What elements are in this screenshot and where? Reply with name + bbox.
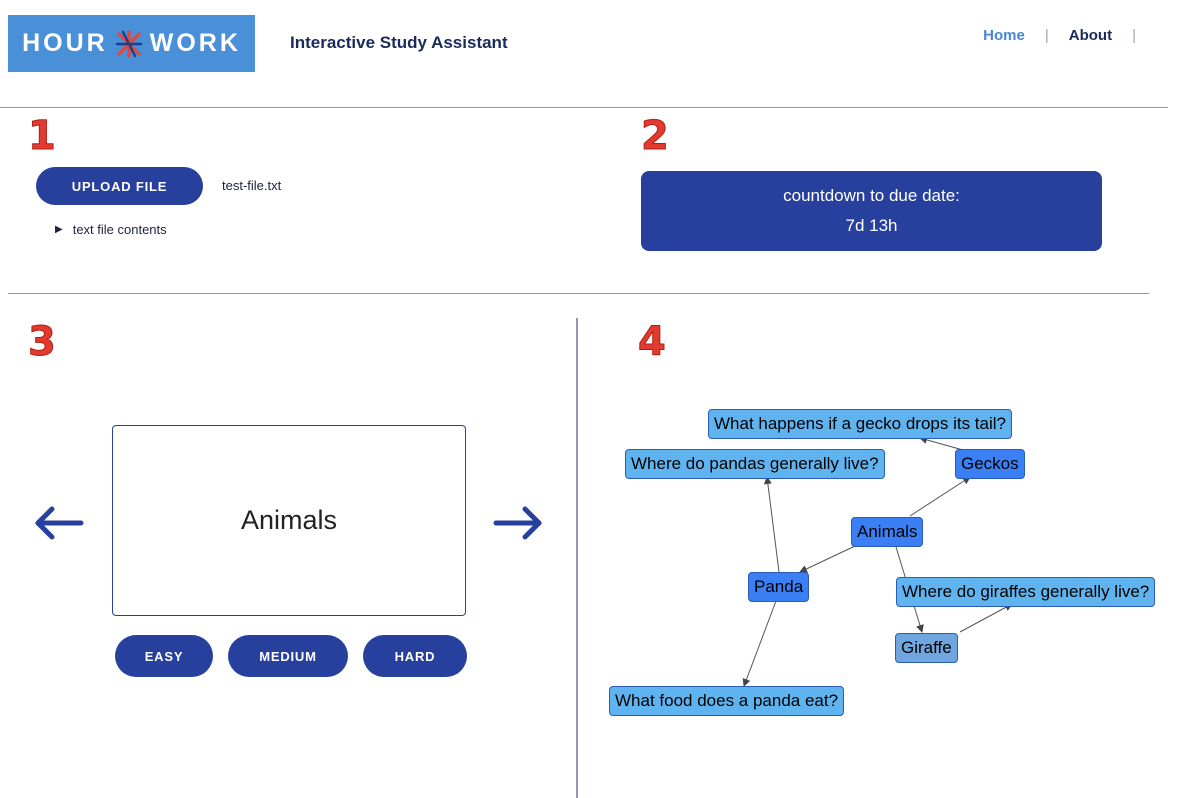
graph-node-panda[interactable]: Panda xyxy=(748,572,810,602)
file-contents-label: text file contents xyxy=(72,222,167,237)
nav-divider: | xyxy=(1044,27,1049,44)
upload-file-button[interactable]: UPLOAD FILE xyxy=(36,167,203,205)
graph-node-pandas-live-question[interactable]: Where do pandas generally live? xyxy=(625,449,885,479)
edge-geckos-question xyxy=(919,436,964,451)
nav-home-link[interactable]: Home xyxy=(979,27,1029,44)
logo-text-right: WORK xyxy=(149,29,241,57)
hourwork-logo[interactable]: HOUR WORK xyxy=(8,15,255,72)
file-contents-toggle[interactable]: ▶ text file contents xyxy=(55,222,167,237)
edge-giraffe-question xyxy=(959,603,1013,633)
medium-button[interactable]: MEDIUM xyxy=(228,635,348,677)
disclosure-triangle-icon: ▶ xyxy=(55,224,63,235)
graph-node-animals[interactable]: Animals xyxy=(851,517,924,547)
graph-node-gecko-tail-question[interactable]: What happens if a gecko drops its tail? xyxy=(708,409,1012,439)
graph-node-giraffe[interactable]: Giraffe xyxy=(895,633,958,663)
page: HOUR WORK Interactive Study Assistant Ho… xyxy=(0,0,1197,798)
graph-node-geckos[interactable]: Geckos xyxy=(955,449,1025,479)
edge-animals-geckos xyxy=(909,476,971,517)
easy-button[interactable]: EASY xyxy=(115,635,213,677)
step-number-1: 1 xyxy=(28,113,57,160)
logo-mark-icon xyxy=(115,29,142,58)
nav-about-link[interactable]: About xyxy=(1065,27,1116,44)
nav-divider: | xyxy=(1132,27,1136,44)
countdown-label: countdown to due date: xyxy=(783,186,960,205)
flashcard[interactable]: Animals xyxy=(112,425,466,616)
edge-animals-panda xyxy=(799,545,856,573)
flashcard-text: Animals xyxy=(240,505,338,535)
edge-panda-question-food xyxy=(742,600,777,687)
graph-node-panda-food-question[interactable]: What food does a panda eat? xyxy=(609,686,845,716)
edge-panda-question-live xyxy=(763,476,780,573)
previous-card-arrow-icon[interactable] xyxy=(33,497,85,549)
concept-graph: What happens if a gecko drops its tail? … xyxy=(580,395,1197,725)
app-title: Interactive Study Assistant xyxy=(290,33,508,52)
hard-button[interactable]: HARD xyxy=(363,635,467,677)
step-number-4: 4 xyxy=(638,319,667,366)
next-card-arrow-icon[interactable] xyxy=(492,497,544,549)
section-divider xyxy=(8,293,1149,294)
column-divider xyxy=(576,318,578,798)
graph-node-giraffes-live-question[interactable]: Where do giraffes generally live? xyxy=(896,577,1156,607)
logo-text-left: HOUR xyxy=(22,29,108,57)
step-number-3: 3 xyxy=(28,319,57,366)
top-nav: Home | About | xyxy=(979,27,1152,44)
uploaded-file-name: test-file.txt xyxy=(222,178,282,193)
countdown-panel: countdown to due date: 7d 13h xyxy=(641,171,1102,251)
graph-edges xyxy=(742,436,1013,687)
header-divider xyxy=(0,107,1168,108)
countdown-value: 7d 13h xyxy=(845,216,898,235)
step-number-2: 2 xyxy=(641,113,670,160)
